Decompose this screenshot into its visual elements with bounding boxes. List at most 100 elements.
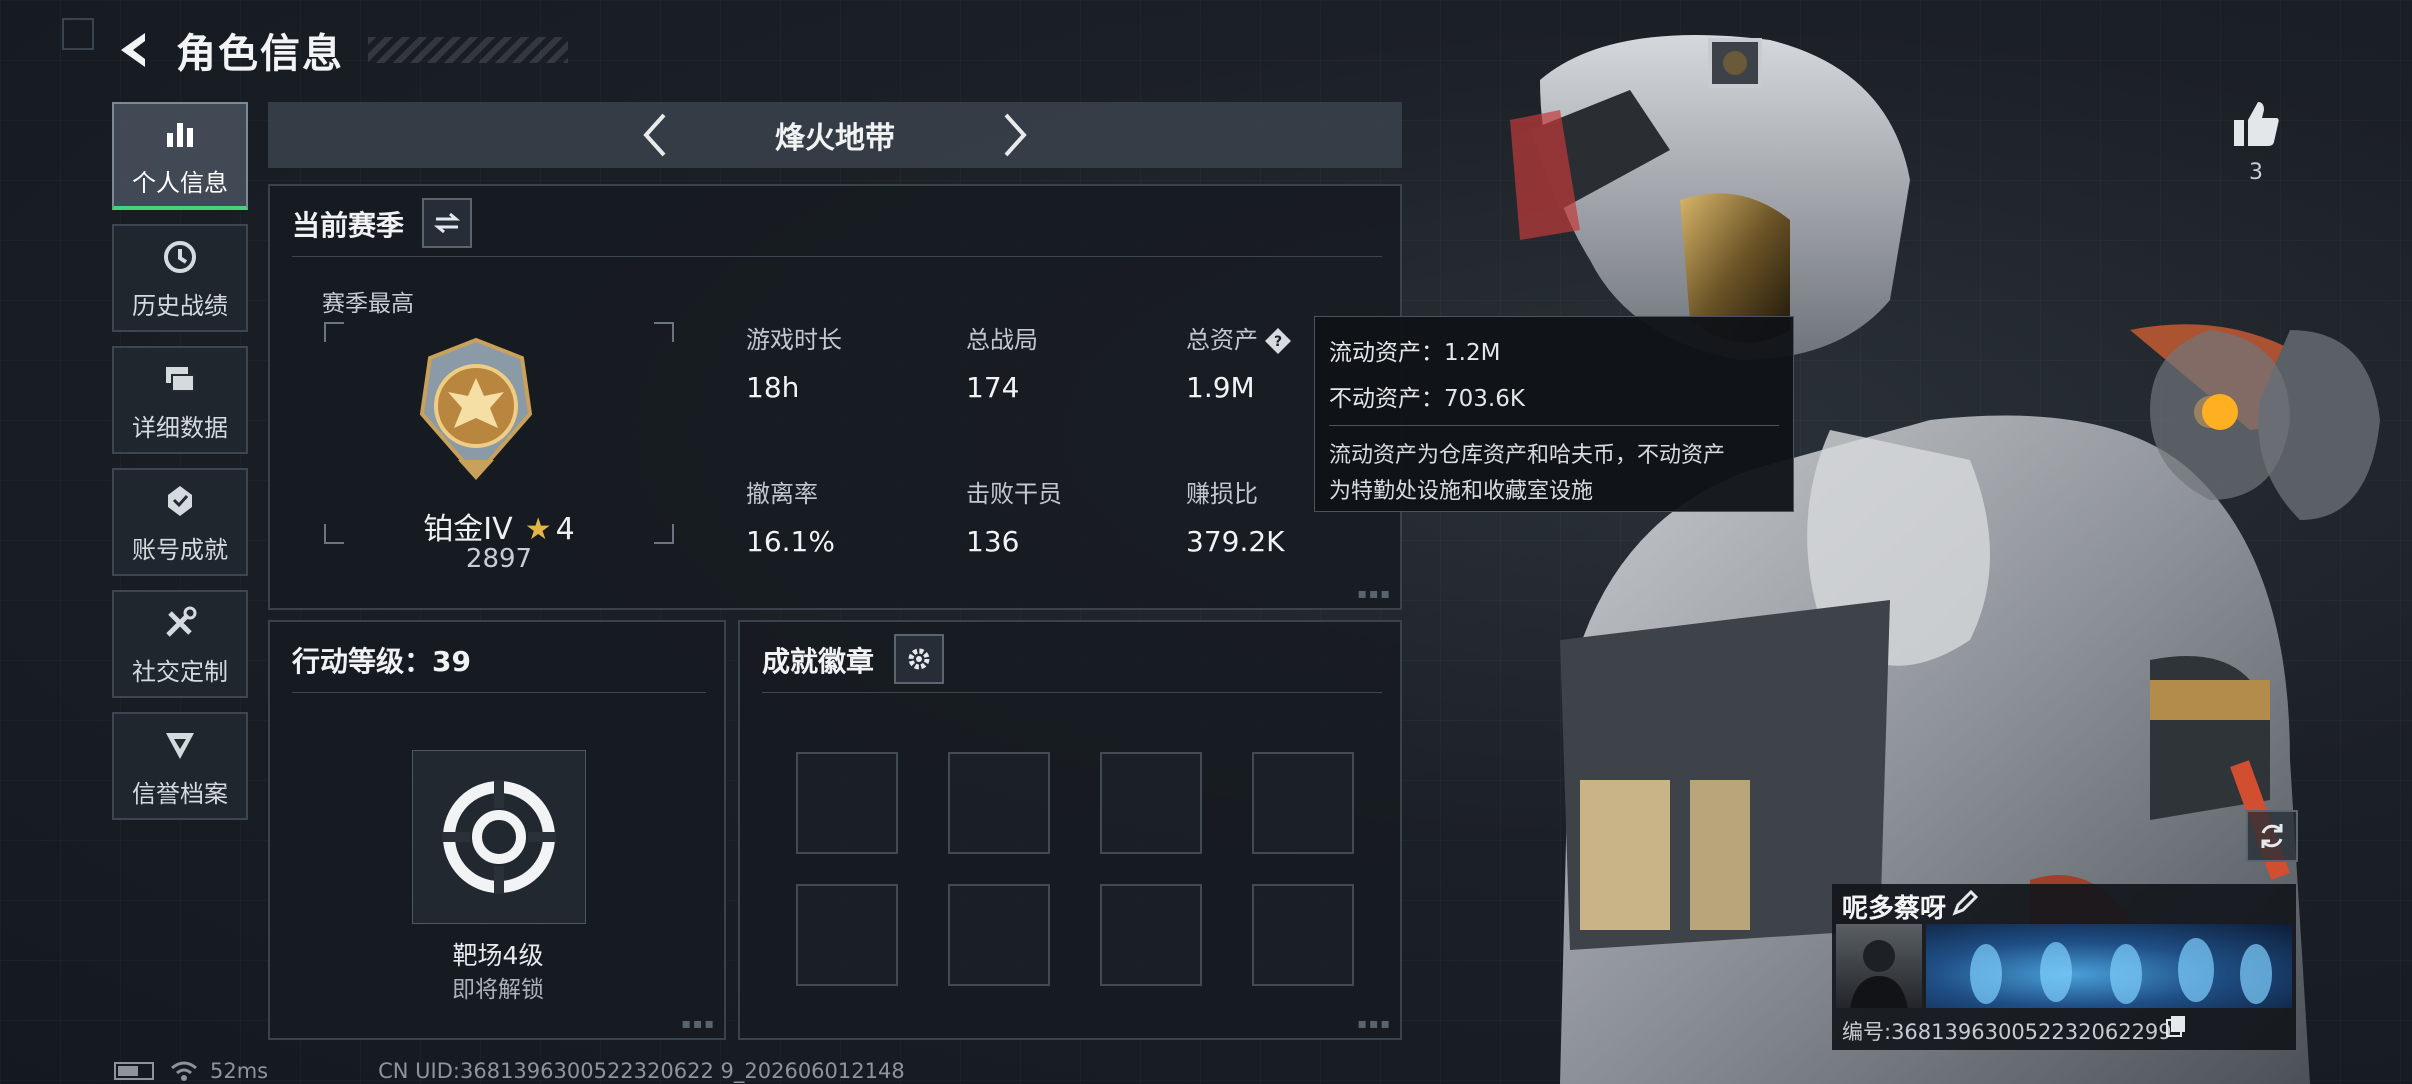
swap-icon [434,212,460,234]
stat-value: 18h [746,371,800,404]
current-season-panel: 当前赛季 赛季最高 铂金IV ★ 4 2897 游戏时长 18h 总战局 174 总… [268,184,1402,610]
rotate-view-button[interactable] [2246,810,2298,862]
back-arrow-icon [121,33,145,67]
sidebar-item-social-custom[interactable]: 社交定制 [112,590,248,698]
sidebar-item-label: 个人信息 [132,168,228,197]
badge-slot[interactable] [1252,884,1354,986]
stat-label: 游戏时长 [746,326,842,354]
divider [762,692,1382,693]
badge-slot[interactable] [948,752,1050,854]
season-switch-button[interactable] [422,198,472,248]
sidebar-item-detailed-data[interactable]: 详细数据 [112,346,248,454]
sidebar-item-history[interactable]: 历史战绩 [112,224,248,332]
divider [292,256,1382,257]
stat-extract-rate: 撤离率 16.1% [746,474,835,558]
stat-value: 16.1% [746,525,835,558]
rank-score: 2897 [465,544,533,574]
tooltip-liquid-assets: 流动资产：1.2M [1329,340,1501,366]
reputation-icon [159,724,201,766]
sidebar-item-label: 详细数据 [132,413,228,442]
stat-value: 1.9M [1186,371,1255,404]
stat-value: 174 [966,371,1020,404]
rank-name: 铂金IV [423,512,513,547]
ping-value: 52ms [210,1059,269,1083]
range-level-label: 靶场4级 [452,941,544,970]
like-count: 3 [2249,160,2263,185]
range-level-card[interactable] [412,750,586,924]
back-button[interactable] [110,26,158,74]
stat-label: 撤离率 [746,480,818,508]
mode-prev-button[interactable] [625,105,685,165]
avatar[interactable] [1836,924,1922,1008]
battery-icon [114,1062,154,1080]
stat-value: 136 [966,525,1020,558]
tooltip-description: 流动资产为仓库资产和哈夫币，不动资产 为特勤处设施和收藏室设施 [1329,438,1779,510]
folder-icon [159,358,201,400]
action-level-title: 行动等级：39 [292,645,471,678]
uid-text: CN UID:3681396300522320622 9_20260601214… [378,1059,905,1083]
help-icon[interactable]: ? [1264,327,1292,355]
rank-stars: 4 [555,512,575,547]
achievement-badges-panel: 成就徽章 ▪▪▪ [738,620,1402,1040]
stat-play-time: 游戏时长 18h [746,320,842,404]
sidebar-item-achievements[interactable]: 账号成就 [112,468,248,576]
status-bar: 52ms CN UID:3681396300522320622 9_202606… [114,1058,905,1084]
wifi-icon [171,1061,197,1081]
player-banner [1926,924,2292,1008]
stat-total-assets: 总资产? 1.9M [1186,320,1292,404]
sidebar-item-personal-info[interactable]: 个人信息 [112,102,248,210]
tools-icon [159,602,201,644]
stat-operators-defeated: 击败干员 136 [966,474,1062,558]
sidebar-item-label: 历史战绩 [132,291,228,320]
sidebar: 个人信息 历史战绩 详细数据 账号成就 社交定制 信誉档案 [112,102,250,834]
title-decoration [368,37,568,63]
sidebar-item-reputation[interactable]: 信誉档案 [112,712,248,820]
chevron-left-icon [643,113,666,157]
mode-name: 烽火地带 [775,121,895,156]
badge-settings-button[interactable] [894,634,944,684]
stat-label: 总资产? [1186,320,1292,355]
badges-title: 成就徽章 [762,645,875,678]
page-title: 角色信息 [176,31,344,77]
rank-medal-icon [419,337,533,480]
tooltip-desc-line: 流动资产为仓库资产和哈夫币，不动资产 [1329,443,1726,468]
bar-chart-icon [159,113,201,155]
divider [292,692,706,693]
badge-slot[interactable] [1100,884,1202,986]
stat-total-matches: 总战局 174 [966,320,1038,404]
corner-marks: ▪▪▪ [1357,1016,1392,1032]
copy-icon[interactable] [2164,1014,2188,1038]
tooltip-divider [1329,425,1779,426]
season-best-label: 赛季最高 [322,291,414,317]
rank-name-row: 铂金IV ★ 4 [324,504,674,548]
season-title: 当前赛季 [292,209,405,242]
player-name: 呢多蔡呀 [1842,894,1947,924]
thumbs-up-icon[interactable] [2228,96,2284,152]
refresh-icon [2261,824,2283,848]
chevron-right-icon [1004,113,1027,157]
history-icon [159,236,201,278]
badge-slot[interactable] [796,752,898,854]
mode-selector: 烽火地带 [268,102,1402,168]
header: 角色信息 [110,22,568,78]
sidebar-item-label: 账号成就 [132,535,228,564]
svg-text:?: ? [1274,334,1282,350]
edit-icon[interactable] [1950,888,1980,918]
sidebar-item-label: 信誉档案 [132,779,228,808]
star-icon: ★ [524,512,552,547]
player-id: 编号:368139630052232062299 [1842,1020,2172,1044]
sidebar-item-label: 社交定制 [132,657,228,686]
badge-slot[interactable] [1252,752,1354,854]
assets-tooltip: 流动资产：1.2M 不动资产：703.6K 流动资产为仓库资产和哈夫币，不动资产… [1314,316,1794,512]
achievement-icon [159,480,201,522]
action-level-panel: 行动等级：39 靶场4级 即将解锁 ▪▪▪ [268,620,726,1040]
badge-slot[interactable] [1100,752,1202,854]
gear-icon [908,648,930,670]
stat-label: 赚损比 [1186,480,1258,508]
target-icon [442,780,556,894]
stat-value: 379.2K [1186,525,1285,558]
badge-slot[interactable] [948,884,1050,986]
mode-next-button[interactable] [985,105,1045,165]
badge-slot[interactable] [796,884,898,986]
tooltip-desc-line: 为特勤处设施和收藏室设施 [1329,479,1594,504]
